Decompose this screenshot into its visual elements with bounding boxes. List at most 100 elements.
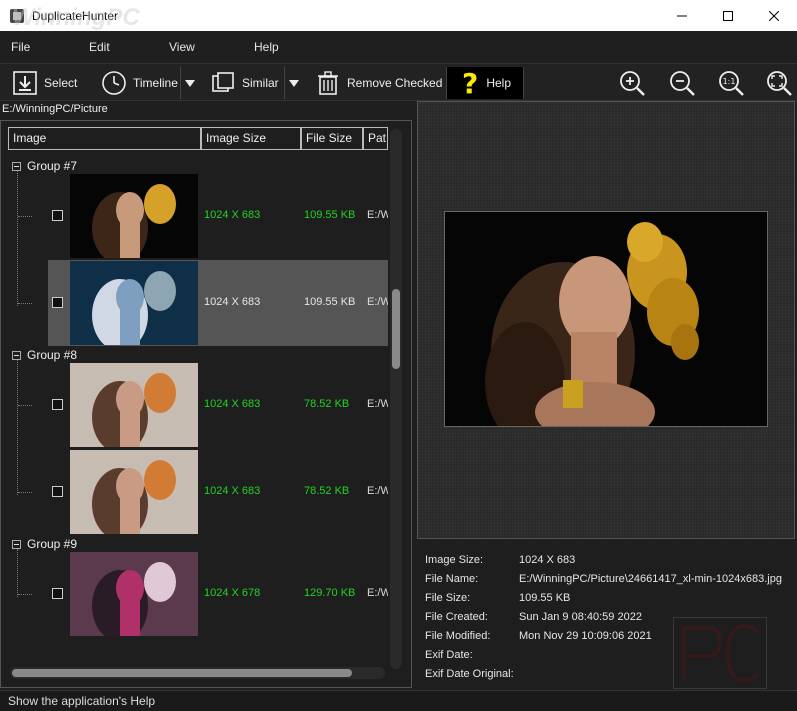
horizontal-scrollbar[interactable]: [10, 667, 385, 679]
select-icon: [13, 71, 37, 95]
close-button[interactable]: [751, 0, 797, 31]
image-size-cell: 1024 X 683: [204, 398, 261, 410]
thumbnail: [70, 174, 198, 264]
zoom-actual-size-label: 1:1: [723, 77, 736, 86]
remove-checked-button[interactable]: Remove Checked: [315, 67, 442, 99]
thumbnail-image: [70, 450, 198, 540]
select-button[interactable]: Select: [12, 67, 77, 99]
help-label: Help: [486, 76, 511, 90]
row-checkbox[interactable]: [52, 297, 63, 308]
timeline-label: Timeline: [133, 76, 178, 90]
detail-value: 1024 X 683: [519, 554, 576, 566]
tree-connector: [18, 216, 32, 217]
collapse-icon[interactable]: [12, 350, 21, 360]
zoom-out-icon: [670, 71, 695, 96]
question-mark-icon: ?: [462, 69, 478, 97]
thumbnail-image: [70, 552, 198, 642]
menu-edit[interactable]: Edit: [89, 40, 110, 54]
help-button[interactable]: ? Help: [446, 67, 524, 99]
image-size-cell: 1024 X 683: [204, 209, 261, 221]
detail-label: File Created:: [425, 611, 488, 623]
tree-connector: [17, 360, 18, 495]
vertical-scroll-thumb[interactable]: [392, 289, 400, 369]
file-size-cell: 109.55 KB: [304, 209, 356, 221]
image-preview-panel: [417, 101, 795, 539]
collapse-icon[interactable]: [12, 539, 21, 549]
detail-label: File Modified:: [425, 630, 491, 642]
similar-dropdown[interactable]: [284, 67, 302, 99]
file-size-cell: 129.70 KB: [304, 587, 356, 599]
row-checkbox[interactable]: [52, 588, 63, 599]
preview-photo: [445, 212, 767, 442]
zoom-out-button[interactable]: [668, 69, 696, 97]
thumbnail-image: [70, 174, 198, 264]
row-checkbox[interactable]: [52, 399, 63, 410]
maximize-button[interactable]: [705, 0, 751, 31]
list-item[interactable]: 1024 X 678 129.70 KB E:/W: [48, 551, 388, 642]
detail-label: File Name:: [425, 573, 479, 585]
tree-connector: [18, 594, 32, 595]
timeline-button[interactable]: Timeline: [101, 67, 178, 99]
pc-logo-mark: [682, 624, 760, 682]
path-cell: E:/W: [367, 485, 388, 497]
image-size-cell: 1024 X 678: [204, 587, 261, 599]
group-header[interactable]: Group #7: [12, 159, 77, 173]
collapse-icon[interactable]: [12, 161, 21, 171]
svg-text:?: ?: [462, 69, 478, 97]
similar-button[interactable]: Similar: [210, 67, 279, 99]
detail-value: E:/WinningPC/Picture\24661417_xl-min-102…: [519, 573, 782, 585]
menu-view[interactable]: View: [169, 40, 195, 54]
detail-value: Mon Nov 29 10:09:06 2021: [519, 630, 652, 642]
menu-file[interactable]: File: [11, 40, 30, 54]
column-file-size[interactable]: File Size: [301, 127, 363, 150]
column-image-size[interactable]: Image Size: [201, 127, 301, 150]
select-label: Select: [44, 76, 78, 90]
list-item[interactable]: 1024 X 683 78.52 KB E:/W: [48, 449, 388, 540]
zoom-in-button[interactable]: [618, 69, 646, 97]
window-controls: [659, 0, 797, 31]
path-cell: E:/W: [367, 209, 388, 221]
tree-connector: [17, 171, 18, 306]
maximize-icon: [723, 10, 733, 21]
detail-value: 109.55 KB: [519, 592, 571, 604]
remove-checked-label: Remove Checked: [347, 76, 443, 90]
current-path: E:/WinningPC/Picture: [2, 103, 108, 115]
column-image[interactable]: Image: [8, 127, 201, 150]
zoom-fit-button[interactable]: [765, 69, 793, 97]
status-bar: Show the application's Help: [0, 690, 797, 711]
duplicate-tree-list[interactable]: Image Image Size File Size Pat Group #7 1…: [8, 127, 388, 672]
row-checkbox[interactable]: [52, 210, 63, 221]
file-size-cell: 78.52 KB: [304, 485, 350, 497]
caret-down-icon: [184, 79, 195, 87]
horizontal-scroll-thumb[interactable]: [12, 669, 352, 677]
detail-label: Exif Date Original:: [425, 668, 514, 680]
tree-connector: [17, 549, 18, 597]
similar-label: Similar: [242, 76, 279, 90]
zoom-actual-size-button[interactable]: 1:1: [717, 69, 745, 97]
thumbnail: [70, 552, 198, 642]
column-path[interactable]: Pat: [363, 127, 388, 150]
app-icon: [10, 8, 24, 23]
menu-help[interactable]: Help: [254, 40, 279, 54]
file-size-cell: 109.55 KB: [304, 296, 356, 308]
pc-logo: [673, 617, 767, 689]
similar-icon: [212, 72, 234, 92]
list-item[interactable]: 1024 X 683 109.55 KB E:/W: [48, 260, 388, 351]
path-cell: E:/W: [367, 296, 388, 308]
vertical-scrollbar[interactable]: [390, 129, 402, 669]
list-item[interactable]: 1024 X 683 78.52 KB E:/W: [48, 362, 388, 453]
file-details-panel: Image Size: 1024 X 683 File Name: E:/Win…: [417, 545, 795, 690]
timeline-dropdown[interactable]: [180, 67, 198, 99]
minimize-button[interactable]: [659, 0, 705, 31]
detail-label: File Size:: [425, 592, 471, 604]
tree-connector: [18, 492, 32, 493]
group-header[interactable]: Group #9: [12, 537, 77, 551]
detail-value: Sun Jan 9 08:40:59 2022: [519, 611, 642, 623]
thumbnail-image: [70, 261, 198, 351]
zoom-in-icon: [620, 71, 645, 96]
group-header[interactable]: Group #8: [12, 348, 77, 362]
list-item[interactable]: 1024 X 683 109.55 KB E:/W: [48, 173, 388, 264]
toolbar: Select Timeline Similar Remove Checked ?…: [0, 63, 797, 101]
detail-label: Image Size:: [425, 554, 484, 566]
row-checkbox[interactable]: [52, 486, 63, 497]
